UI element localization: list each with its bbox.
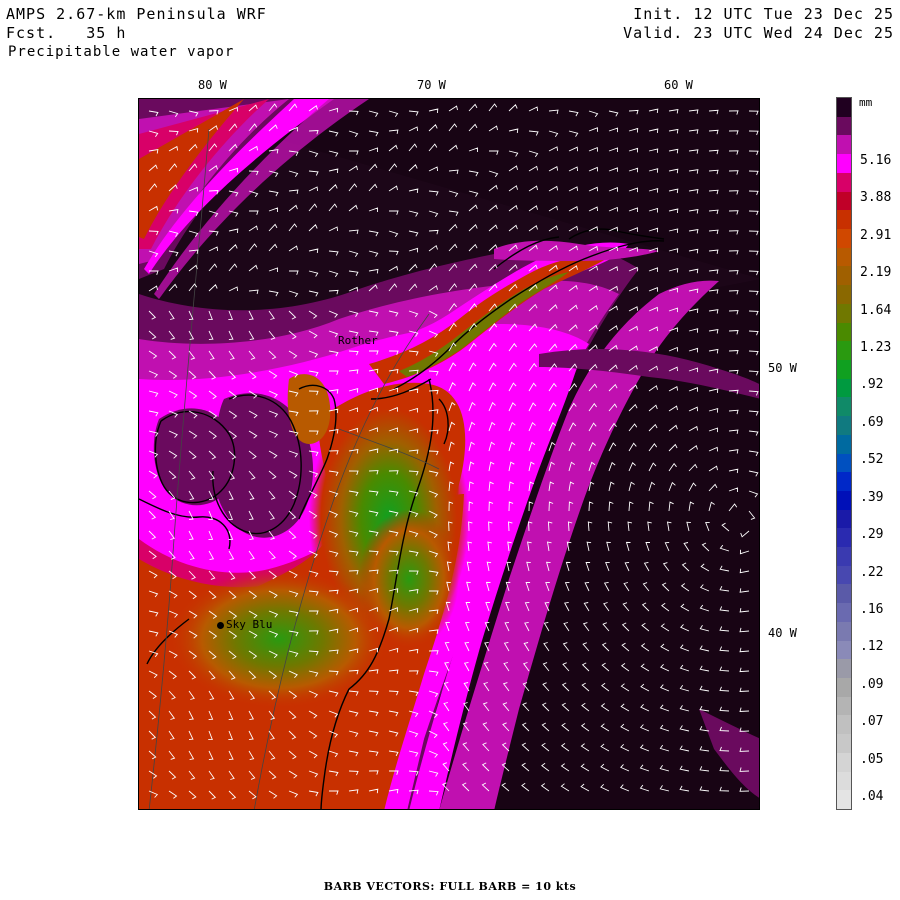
colorbar-swatch xyxy=(837,210,851,230)
colorbar-tick-label: .12 xyxy=(860,639,884,655)
lon-label-60w: 60 W xyxy=(664,78,693,92)
colorbar-swatch xyxy=(837,790,851,810)
colorbar-swatch xyxy=(837,659,851,679)
precipitable-water-field xyxy=(139,99,759,809)
colorbar-swatch xyxy=(837,135,851,155)
colorbar-swatch xyxy=(837,266,851,286)
colorbar-swatch xyxy=(837,359,851,380)
colorbar-tick-label: .39 xyxy=(860,489,884,505)
colorbar-swatch xyxy=(837,303,851,324)
colorbar-tick-label: .09 xyxy=(860,676,884,692)
colorbar-tick-label: 5.16 xyxy=(860,153,892,168)
lon-label-70w: 70 W xyxy=(417,78,446,92)
edge-label-40w: 40 W xyxy=(768,626,797,640)
colorbar-swatch xyxy=(837,621,851,642)
colorbar-swatch xyxy=(837,696,851,716)
colorbar-tick-label: .16 xyxy=(860,601,884,617)
colorbar-swatch xyxy=(837,490,851,511)
colorbar-tick-label: .29 xyxy=(860,527,884,543)
colorbar-swatch xyxy=(837,584,851,604)
colorbar-swatch xyxy=(837,752,851,773)
colorbar-tick-label: 3.88 xyxy=(860,190,892,206)
colorbar-swatch xyxy=(837,640,851,660)
colorbar-swatch xyxy=(837,416,851,436)
colorbar-swatch xyxy=(837,98,851,118)
colorbar-swatch xyxy=(837,472,851,492)
station-marker-sky-blu xyxy=(217,622,224,629)
station-label-rother: Rother xyxy=(338,334,378,347)
colorbar-swatch xyxy=(837,116,851,136)
colorbar-swatch xyxy=(837,285,851,305)
colorbar-swatch xyxy=(837,565,851,585)
colorbar-swatch xyxy=(837,397,851,417)
colorbar-swatch xyxy=(837,715,851,735)
colorbar-unit: mm xyxy=(859,96,873,109)
colorbar-swatch xyxy=(837,172,851,193)
lon-label-80w: 80 W xyxy=(198,78,227,92)
colorbar xyxy=(836,97,852,810)
colorbar-swatch xyxy=(837,603,851,623)
colorbar-swatch xyxy=(837,191,851,211)
barb-legend: BARB VECTORS: FULL BARB = 10 kts xyxy=(323,880,577,893)
colorbar-tick-label: 2.91 xyxy=(860,227,892,243)
colorbar-swatch xyxy=(837,247,851,267)
field-name: Precipitable water vapor xyxy=(8,44,235,60)
colorbar-tick-label: 1.23 xyxy=(860,340,892,356)
colorbar-tick-label: .22 xyxy=(860,564,884,580)
colorbar-swatch xyxy=(837,547,851,567)
colorbar-swatch xyxy=(837,528,851,548)
model-title: AMPS 2.67-km Peninsula WRF xyxy=(6,5,267,23)
forecast-hour: Fcst. 35 h xyxy=(6,24,127,42)
colorbar-tick-label: .04 xyxy=(860,789,884,804)
colorbar-swatch xyxy=(837,378,851,398)
map-panel: Rother Sky Blu xyxy=(138,98,760,810)
colorbar-swatch xyxy=(837,228,851,249)
colorbar-swatch xyxy=(837,322,851,342)
colorbar-tick-label: .07 xyxy=(860,714,884,730)
edge-label-50w: 50 W xyxy=(768,361,797,375)
colorbar-tick-label: .05 xyxy=(860,751,884,767)
colorbar-swatch xyxy=(837,154,851,174)
colorbar-tick-label: .69 xyxy=(860,414,884,430)
colorbar-swatch xyxy=(837,341,851,361)
valid-time: Valid. 23 UTC Wed 24 Dec 25 xyxy=(623,24,894,42)
station-label-sky-blu: Sky Blu xyxy=(226,618,273,631)
colorbar-tick-label: .92 xyxy=(860,377,884,393)
colorbar-swatch xyxy=(837,734,851,754)
init-time: Init. 12 UTC Tue 23 Dec 25 xyxy=(633,5,894,23)
colorbar-swatch xyxy=(837,771,851,791)
colorbar-tick-label: 1.64 xyxy=(860,302,892,318)
colorbar-swatch xyxy=(837,453,851,473)
colorbar-swatch xyxy=(837,434,851,454)
colorbar-tick-label: 2.19 xyxy=(860,265,892,281)
colorbar-swatch xyxy=(837,678,851,698)
colorbar-tick-label: .52 xyxy=(860,452,884,468)
colorbar-swatch xyxy=(837,509,851,529)
